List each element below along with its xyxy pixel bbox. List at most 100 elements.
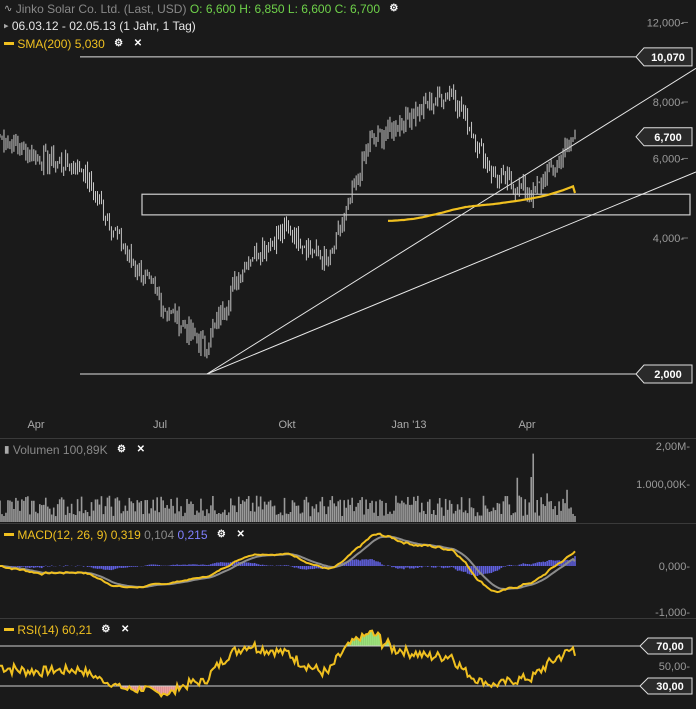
ohlc-open: O: 6,600	[190, 2, 236, 16]
volume-bar	[451, 504, 453, 522]
sma-label: SMA(200)	[17, 37, 71, 51]
chevron-right-icon[interactable]: ▸	[4, 20, 9, 30]
rsi-pane: 70,0050,00-30,00 RSI(14) 60,21 ⚙ ✕	[0, 618, 696, 709]
volume-bar	[228, 512, 230, 522]
volume-bar	[95, 499, 97, 522]
sma-close-icon[interactable]: ✕	[132, 38, 143, 49]
macd-hist-bar	[176, 564, 178, 566]
volume-bar	[51, 515, 53, 522]
volume-bar	[393, 511, 395, 522]
volume-bar	[59, 499, 61, 522]
volume-bar	[121, 513, 123, 522]
volume-bar	[15, 498, 17, 522]
price-header: ∿ Jinko Solar Co. Ltd. (Last, USD) O: 6,…	[4, 1, 399, 17]
price-chart: 12,000-8,000-6,000-4,000- AprJulOktJan '…	[0, 0, 696, 438]
volume-bar	[33, 501, 35, 522]
macd-hist-bar	[19, 566, 21, 567]
volume-settings-icon[interactable]: ⚙	[116, 444, 127, 455]
volume-bar	[413, 497, 415, 522]
volume-bar	[383, 516, 385, 522]
volume-bar	[524, 499, 526, 522]
macd-signal-line	[0, 537, 575, 590]
volume-bar	[560, 511, 562, 522]
macd-hist-bar	[150, 564, 152, 566]
macd-hist-bar	[572, 561, 574, 566]
macd-hist-bar	[210, 564, 212, 566]
macd-hist-bar	[359, 560, 361, 566]
rsi-overbought-fill	[373, 635, 375, 646]
volume-bar	[117, 497, 119, 522]
volume-bar	[566, 490, 568, 522]
macd-hist-bar	[248, 563, 250, 566]
volume-close-icon[interactable]: ✕	[135, 444, 146, 455]
volume-bar	[226, 515, 228, 522]
volume-bar	[91, 502, 93, 522]
macd-hist-bar	[441, 566, 443, 568]
volume-bar	[136, 500, 138, 522]
volume-bar	[9, 501, 11, 522]
volume-bar	[429, 499, 431, 522]
volume-bar	[564, 503, 566, 522]
volume-bar	[140, 501, 142, 522]
volume-bar	[310, 516, 312, 522]
macd-hist-bar	[25, 566, 27, 568]
macd-hist-bar	[119, 566, 121, 568]
volume-bar	[395, 496, 397, 522]
macd-hist-bar	[131, 566, 133, 567]
volume-bar	[333, 503, 335, 522]
volume-bar	[574, 516, 576, 522]
macd-hist-bar	[39, 566, 41, 568]
chart-type-icon[interactable]: ∿	[4, 3, 12, 14]
volume-bar	[526, 515, 528, 522]
rsi-band-flag: 70,00	[640, 638, 692, 654]
volume-bar	[369, 503, 371, 522]
macd-hist-bar	[536, 562, 538, 566]
macd-hist-bar	[463, 566, 465, 572]
volume-bar	[216, 514, 218, 522]
macd-hist-bar	[216, 563, 218, 566]
macd-hist-bar	[125, 566, 127, 568]
macd-hist-bar	[546, 561, 548, 566]
sma-legend: SMA(200) 5,030 ⚙ ✕	[4, 36, 143, 52]
macd-hist-bar	[357, 560, 359, 566]
volume-bar	[123, 511, 125, 522]
rsi-close-icon[interactable]: ✕	[120, 624, 131, 635]
volume-bar	[562, 499, 564, 522]
sma-settings-icon[interactable]: ⚙	[113, 38, 124, 49]
volume-bar	[399, 503, 401, 522]
macd-swatch-icon	[4, 533, 14, 536]
macd-hist-bar	[266, 565, 268, 566]
price-y-tick-label: 6,000-	[653, 153, 685, 165]
volume-bar	[178, 511, 180, 522]
volume-bar	[256, 496, 258, 522]
volume-bar	[47, 507, 49, 522]
settings-icon[interactable]: ⚙	[388, 3, 399, 14]
macd-hist-bar	[208, 565, 210, 566]
rsi-settings-icon[interactable]: ⚙	[100, 624, 111, 635]
macd-hist-bar	[361, 559, 363, 566]
volume-bar	[83, 513, 85, 522]
macd-hist-bar	[300, 566, 302, 569]
volume-bar	[351, 498, 353, 522]
macd-hist-bar	[103, 566, 105, 570]
volume-bar	[534, 513, 536, 522]
volume-bar	[381, 501, 383, 522]
macd-hist-bar	[443, 566, 445, 568]
macd-close-icon[interactable]: ✕	[235, 529, 246, 540]
macd-hist-bar	[312, 566, 314, 569]
macd-hist-bar	[206, 565, 208, 566]
volume-bar	[134, 511, 136, 522]
macd-hist-bar	[403, 566, 405, 569]
volume-bar	[495, 510, 497, 522]
volume-bar	[55, 516, 57, 522]
volume-bar	[550, 501, 552, 522]
volume-bar	[244, 502, 246, 522]
macd-hist-bar	[548, 560, 550, 566]
macd-hist-bar	[202, 564, 204, 566]
volume-bar	[252, 503, 254, 522]
resistance-flag-text: 10,070	[651, 52, 685, 64]
volume-bar	[69, 513, 71, 522]
volume-bar	[517, 478, 519, 522]
macd-hist-bar	[298, 566, 300, 568]
macd-settings-icon[interactable]: ⚙	[216, 529, 227, 540]
